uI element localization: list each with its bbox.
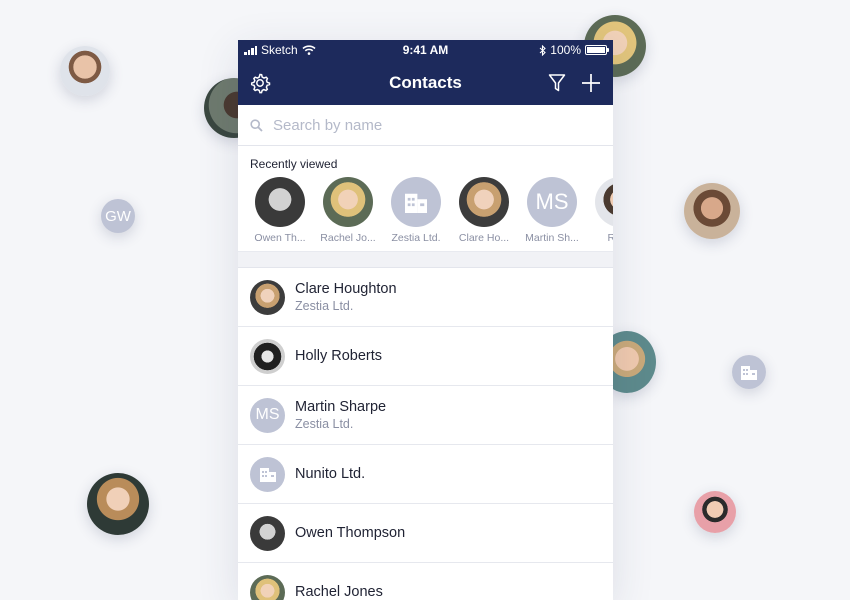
contact-name: Holly Roberts [295, 348, 383, 364]
floating-avatar [694, 491, 736, 533]
recent-contact-label: Owen Th... [254, 232, 306, 244]
recent-contact[interactable]: Clare Ho... [450, 177, 518, 244]
contact-row[interactable]: Rachel Jones [238, 563, 613, 600]
floating-avatar [60, 46, 110, 96]
recently-viewed-carousel[interactable]: Owen Th... Rachel Jo... Zestia Ltd. Clar… [238, 177, 613, 244]
contact-company: Zestia Ltd. [295, 299, 354, 313]
contact-name: Nunito Ltd. [295, 466, 366, 482]
recent-contact-label: Zestia Ltd. [391, 232, 441, 244]
avatar [323, 177, 373, 227]
recent-contact[interactable]: MS Martin Sh... [518, 177, 586, 244]
wifi-icon [302, 45, 316, 55]
contact-name: Clare Houghton [295, 281, 397, 297]
recently-viewed-section: Recently viewed Owen Th... Rachel Jo... … [238, 146, 613, 252]
filter-button[interactable] [545, 71, 569, 95]
avatar [595, 177, 613, 227]
avatar-initials: MS [527, 177, 577, 227]
plus-icon [582, 73, 600, 92]
phone-screen: Sketch 9:41 AM 100% Contacts Search by n… [238, 40, 613, 600]
contact-name: Martin Sharpe [295, 399, 387, 415]
nav-bar: Contacts [238, 60, 613, 105]
floating-company-avatar [732, 355, 766, 389]
avatar [250, 338, 285, 374]
section-divider [238, 252, 613, 268]
section-heading: Recently viewed [250, 157, 338, 171]
signal-icon [244, 45, 257, 55]
contact-name: Owen Thompson [295, 525, 406, 541]
add-contact-button[interactable] [579, 71, 603, 95]
recent-contact[interactable]: Robe [586, 177, 613, 244]
recent-contact-label: Robe [588, 232, 613, 244]
floating-avatar [87, 473, 149, 535]
avatar [391, 177, 441, 227]
contact-company: Zestia Ltd. [295, 417, 354, 431]
building-icon [250, 456, 285, 492]
avatar [250, 279, 285, 315]
avatar [250, 515, 285, 551]
avatar: MS [527, 177, 577, 227]
recent-contact[interactable]: Rachel Jo... [314, 177, 382, 244]
recent-contact[interactable]: Owen Th... [246, 177, 314, 244]
building-icon [391, 177, 441, 227]
floating-initials-avatar: GW [101, 199, 135, 233]
battery-icon [585, 45, 609, 55]
status-bar: Sketch 9:41 AM 100% [238, 40, 613, 60]
avatar [459, 177, 509, 227]
search-input[interactable] [273, 116, 601, 134]
building-icon [741, 366, 757, 380]
contact-row[interactable]: MS Martin Sharpe Zestia Ltd. [238, 386, 613, 445]
contact-row[interactable]: Owen Thompson [238, 504, 613, 563]
battery-percent: 100% [550, 43, 581, 57]
floating-avatar [684, 183, 740, 239]
settings-button[interactable] [248, 71, 272, 95]
contact-row[interactable]: Clare Houghton Zestia Ltd. [238, 268, 613, 327]
avatar-initials: GW [105, 207, 131, 225]
contact-name: Rachel Jones [295, 584, 383, 600]
avatar [250, 574, 285, 600]
contact-row[interactable]: Nunito Ltd. [238, 445, 613, 504]
gear-icon [250, 73, 271, 93]
avatar [255, 177, 305, 227]
bluetooth-icon [539, 44, 547, 56]
recent-contact-label: Rachel Jo... [320, 232, 376, 244]
recent-contact-label: Clare Ho... [458, 232, 510, 244]
avatar: MS [250, 397, 285, 433]
contact-list: Clare Houghton Zestia Ltd. Holly Roberts… [238, 268, 613, 600]
avatar-initials: MS [250, 397, 285, 433]
filter-icon [548, 73, 566, 91]
recent-contact-label: Martin Sh... [525, 232, 579, 244]
recent-contact[interactable]: Zestia Ltd. [382, 177, 450, 244]
avatar [250, 456, 285, 492]
search-bar [238, 105, 613, 146]
contact-row[interactable]: Holly Roberts [238, 327, 613, 386]
carrier-label: Sketch [261, 43, 298, 57]
search-icon [250, 118, 263, 132]
